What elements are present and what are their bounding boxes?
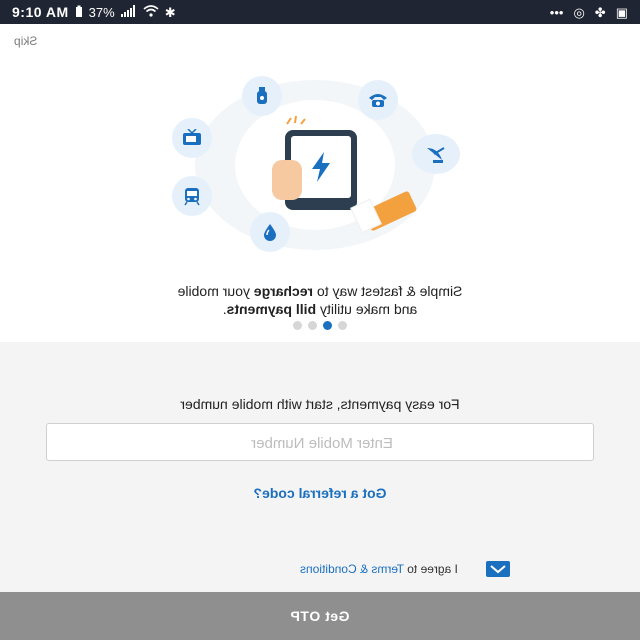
caption-line-1: Simple & fastest way to recharge your mo…	[177, 283, 463, 299]
mobile-number-input[interactable]	[47, 424, 597, 462]
signal-icon	[120, 5, 137, 19]
fan-icon: ✤	[594, 4, 606, 20]
onboarding-illustration	[150, 70, 490, 260]
wifi-icon	[143, 5, 159, 19]
referral-code-link[interactable]: Got a referral code?	[0, 485, 640, 501]
page-dot[interactable]	[308, 321, 317, 330]
page-dot[interactable]	[293, 321, 302, 330]
telephone-icon	[358, 80, 398, 120]
terms-link[interactable]: Terms & Conditions	[300, 562, 404, 576]
terms-checkbox[interactable]	[485, 561, 510, 577]
get-otp-button[interactable]: Get OTP	[0, 592, 640, 640]
gas-cylinder-icon	[242, 76, 282, 116]
sync-icon: ◎	[573, 4, 585, 20]
check-icon	[490, 565, 506, 574]
image-icon: ▣	[615, 4, 628, 20]
spark-icon	[286, 116, 306, 125]
caption-line-2: and make utility bill payments.	[222, 301, 418, 317]
terms-row: I agree to Terms & Conditions	[300, 560, 510, 578]
page-dot-active[interactable]	[323, 321, 332, 330]
login-panel	[0, 342, 640, 592]
battery-percent: 37%	[88, 4, 115, 20]
satellite-dish-icon	[412, 134, 460, 174]
bluetooth-icon: ✱	[164, 4, 176, 20]
train-icon	[172, 176, 212, 216]
hand-illustration	[272, 160, 302, 200]
lightning-icon	[312, 152, 330, 182]
terms-label: I agree to Terms & Conditions	[300, 562, 458, 576]
mobile-number-field[interactable]	[46, 423, 597, 462]
battery-icon	[75, 5, 83, 20]
page-indicator	[0, 321, 640, 330]
overflow-icon: •••	[549, 4, 564, 20]
water-drop-icon	[250, 212, 290, 252]
onboarding-caption: Simple & fastest way to recharge your mo…	[0, 282, 640, 318]
tv-icon	[172, 118, 212, 158]
status-bar: 9:10 AM 37% ✱ ••• ◎ ✤ ▣	[0, 0, 640, 24]
skip-button[interactable]: Skip	[14, 34, 37, 48]
mobile-prompt: For easy payments, start with mobile num…	[180, 396, 460, 412]
status-time: 9:10 AM	[12, 4, 69, 20]
get-otp-label: Get OTP	[290, 608, 350, 624]
page-dot[interactable]	[338, 321, 347, 330]
